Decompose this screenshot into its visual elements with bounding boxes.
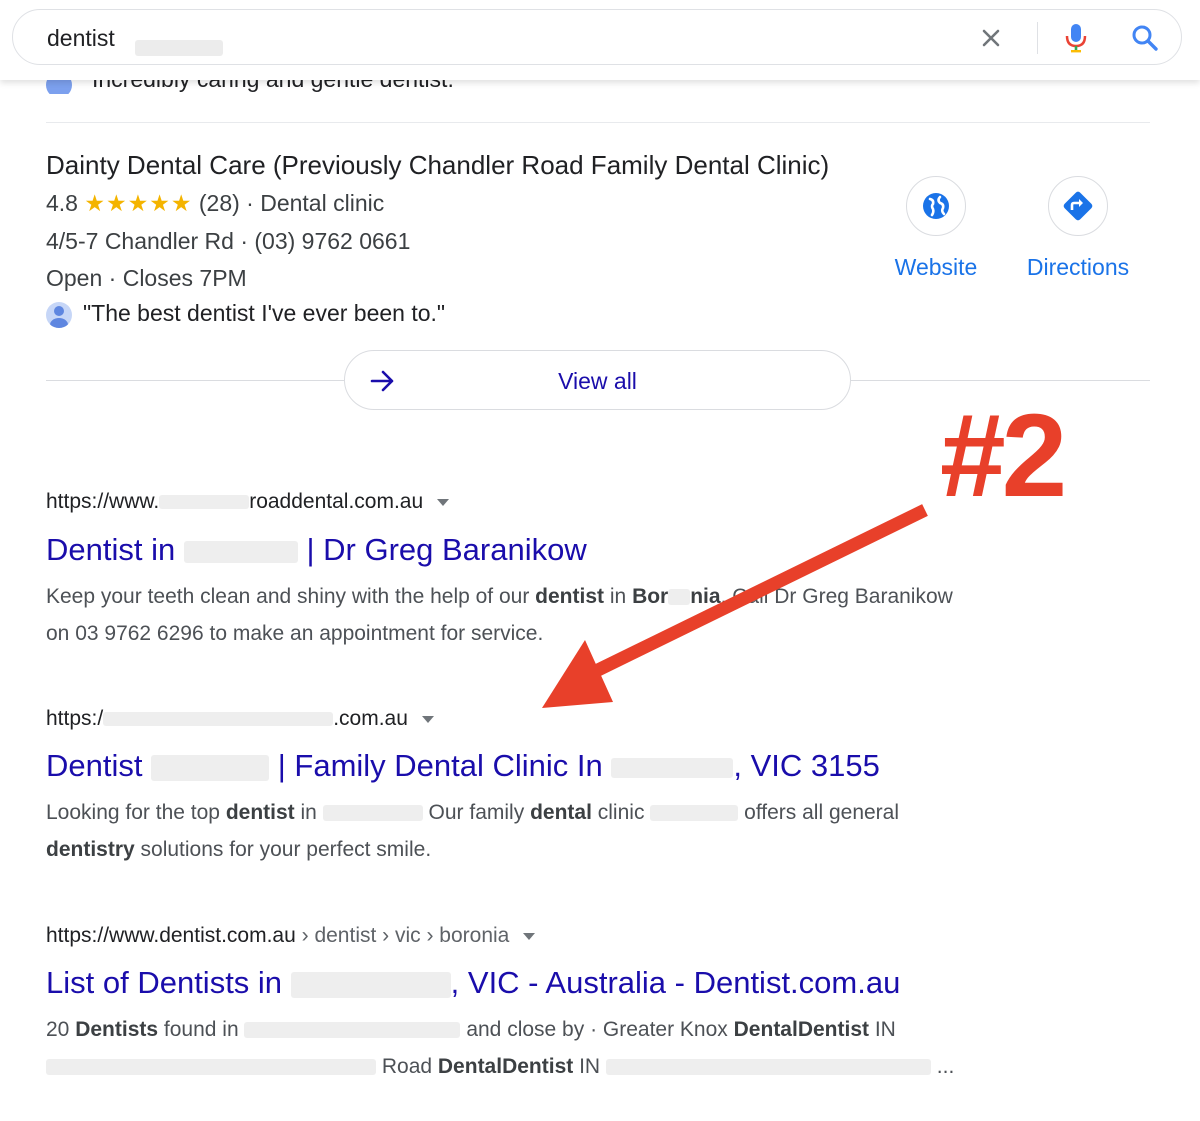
result-title[interactable]: List of Dentists in , VIC - Australia - … xyxy=(46,965,900,1001)
website-circle xyxy=(906,176,966,236)
title-text: , VIC 3155 xyxy=(733,748,880,783)
website-button[interactable]: Website xyxy=(861,176,1011,281)
caret-down-icon[interactable] xyxy=(523,932,536,940)
result-snippet: 20 Dentists found in and close by · Grea… xyxy=(46,1018,955,1078)
open-status: Open xyxy=(46,265,103,291)
closing-time: · Closes 7PM xyxy=(108,265,247,291)
result-title[interactable]: Dentist | Family Dental Clinic In , VIC … xyxy=(46,748,880,784)
website-label: Website xyxy=(894,254,978,280)
redacted-text xyxy=(290,971,451,998)
title-text: List of Dentists in xyxy=(46,965,283,1000)
url-text: https:/ xyxy=(46,707,104,730)
url-text: https://www.dentist.com.au xyxy=(46,924,296,947)
view-all-button[interactable]: View all xyxy=(344,350,851,410)
url-text: .com.au xyxy=(333,707,408,730)
annotation-label: #2 xyxy=(940,390,1067,522)
clear-button[interactable] xyxy=(973,20,1009,56)
directions-icon xyxy=(1063,191,1093,221)
title-text: | Dr Greg Baranikow xyxy=(306,532,587,567)
search-header xyxy=(0,0,1200,80)
redacted-text xyxy=(151,754,270,781)
result-snippet: Keep your teeth clean and shiny with the… xyxy=(46,585,953,645)
search-icon xyxy=(1132,25,1158,51)
title-text: Dentist xyxy=(46,748,143,783)
business-category: · Dental clinic xyxy=(246,190,385,216)
search-divider xyxy=(1037,22,1038,54)
business-name[interactable]: Dainty Dental Care (Previously Chandler … xyxy=(46,150,829,181)
voice-search-button[interactable] xyxy=(1059,20,1093,56)
redacted-text xyxy=(183,540,298,563)
caret-down-icon[interactable] xyxy=(421,715,434,723)
reviewer-avatar xyxy=(46,302,72,328)
review-text: "The best dentist I've ever been to." xyxy=(83,300,446,326)
redacted-text xyxy=(159,495,250,510)
result-title[interactable]: Dentist in | Dr Greg Baranikow xyxy=(46,532,587,568)
directions-label: Directions xyxy=(1026,254,1130,280)
url-text: roaddental.com.au xyxy=(249,490,424,513)
star-rating: ★★★★★ xyxy=(84,190,193,216)
hours-row: Open · Closes 7PM xyxy=(46,265,247,292)
globe-icon xyxy=(923,193,949,219)
mic-icon xyxy=(1065,24,1087,53)
result-snippet: Looking for the top dentist in Our famil… xyxy=(46,801,900,861)
close-icon xyxy=(982,29,1000,47)
redacted-text xyxy=(103,712,334,727)
directions-button[interactable]: Directions xyxy=(1003,176,1153,281)
url-breadcrumbs: › dentist › vic › boronia xyxy=(295,924,510,947)
search-box xyxy=(12,9,1182,65)
review-count[interactable]: (28) xyxy=(199,190,240,216)
rating-row: 4.8 ★★★★★ (28) · Dental clinic xyxy=(46,190,384,217)
result-url[interactable]: https:/ .com.au xyxy=(46,707,434,731)
divider xyxy=(46,122,1150,123)
title-text: , VIC - Australia - Dentist.com.au xyxy=(450,965,901,1000)
redacted-text xyxy=(611,757,734,778)
result-url[interactable]: https://www. roaddental.com.au xyxy=(46,490,450,514)
title-text: | Family Dental Clinic In xyxy=(277,748,603,783)
address-phone: 4/5-7 Chandler Rd · (03) 9762 0661 xyxy=(46,228,411,254)
view-all-label: View all xyxy=(558,368,637,394)
rating-value: 4.8 xyxy=(46,190,78,216)
title-text: Dentist in xyxy=(46,532,176,567)
caret-down-icon[interactable] xyxy=(437,498,450,506)
url-text: https://www. xyxy=(46,490,160,513)
search-button[interactable] xyxy=(1127,20,1163,56)
redacted-query xyxy=(135,40,223,56)
result-url[interactable]: https://www.dentist.com.au › dentist › v… xyxy=(46,924,536,948)
directions-circle xyxy=(1048,176,1108,236)
